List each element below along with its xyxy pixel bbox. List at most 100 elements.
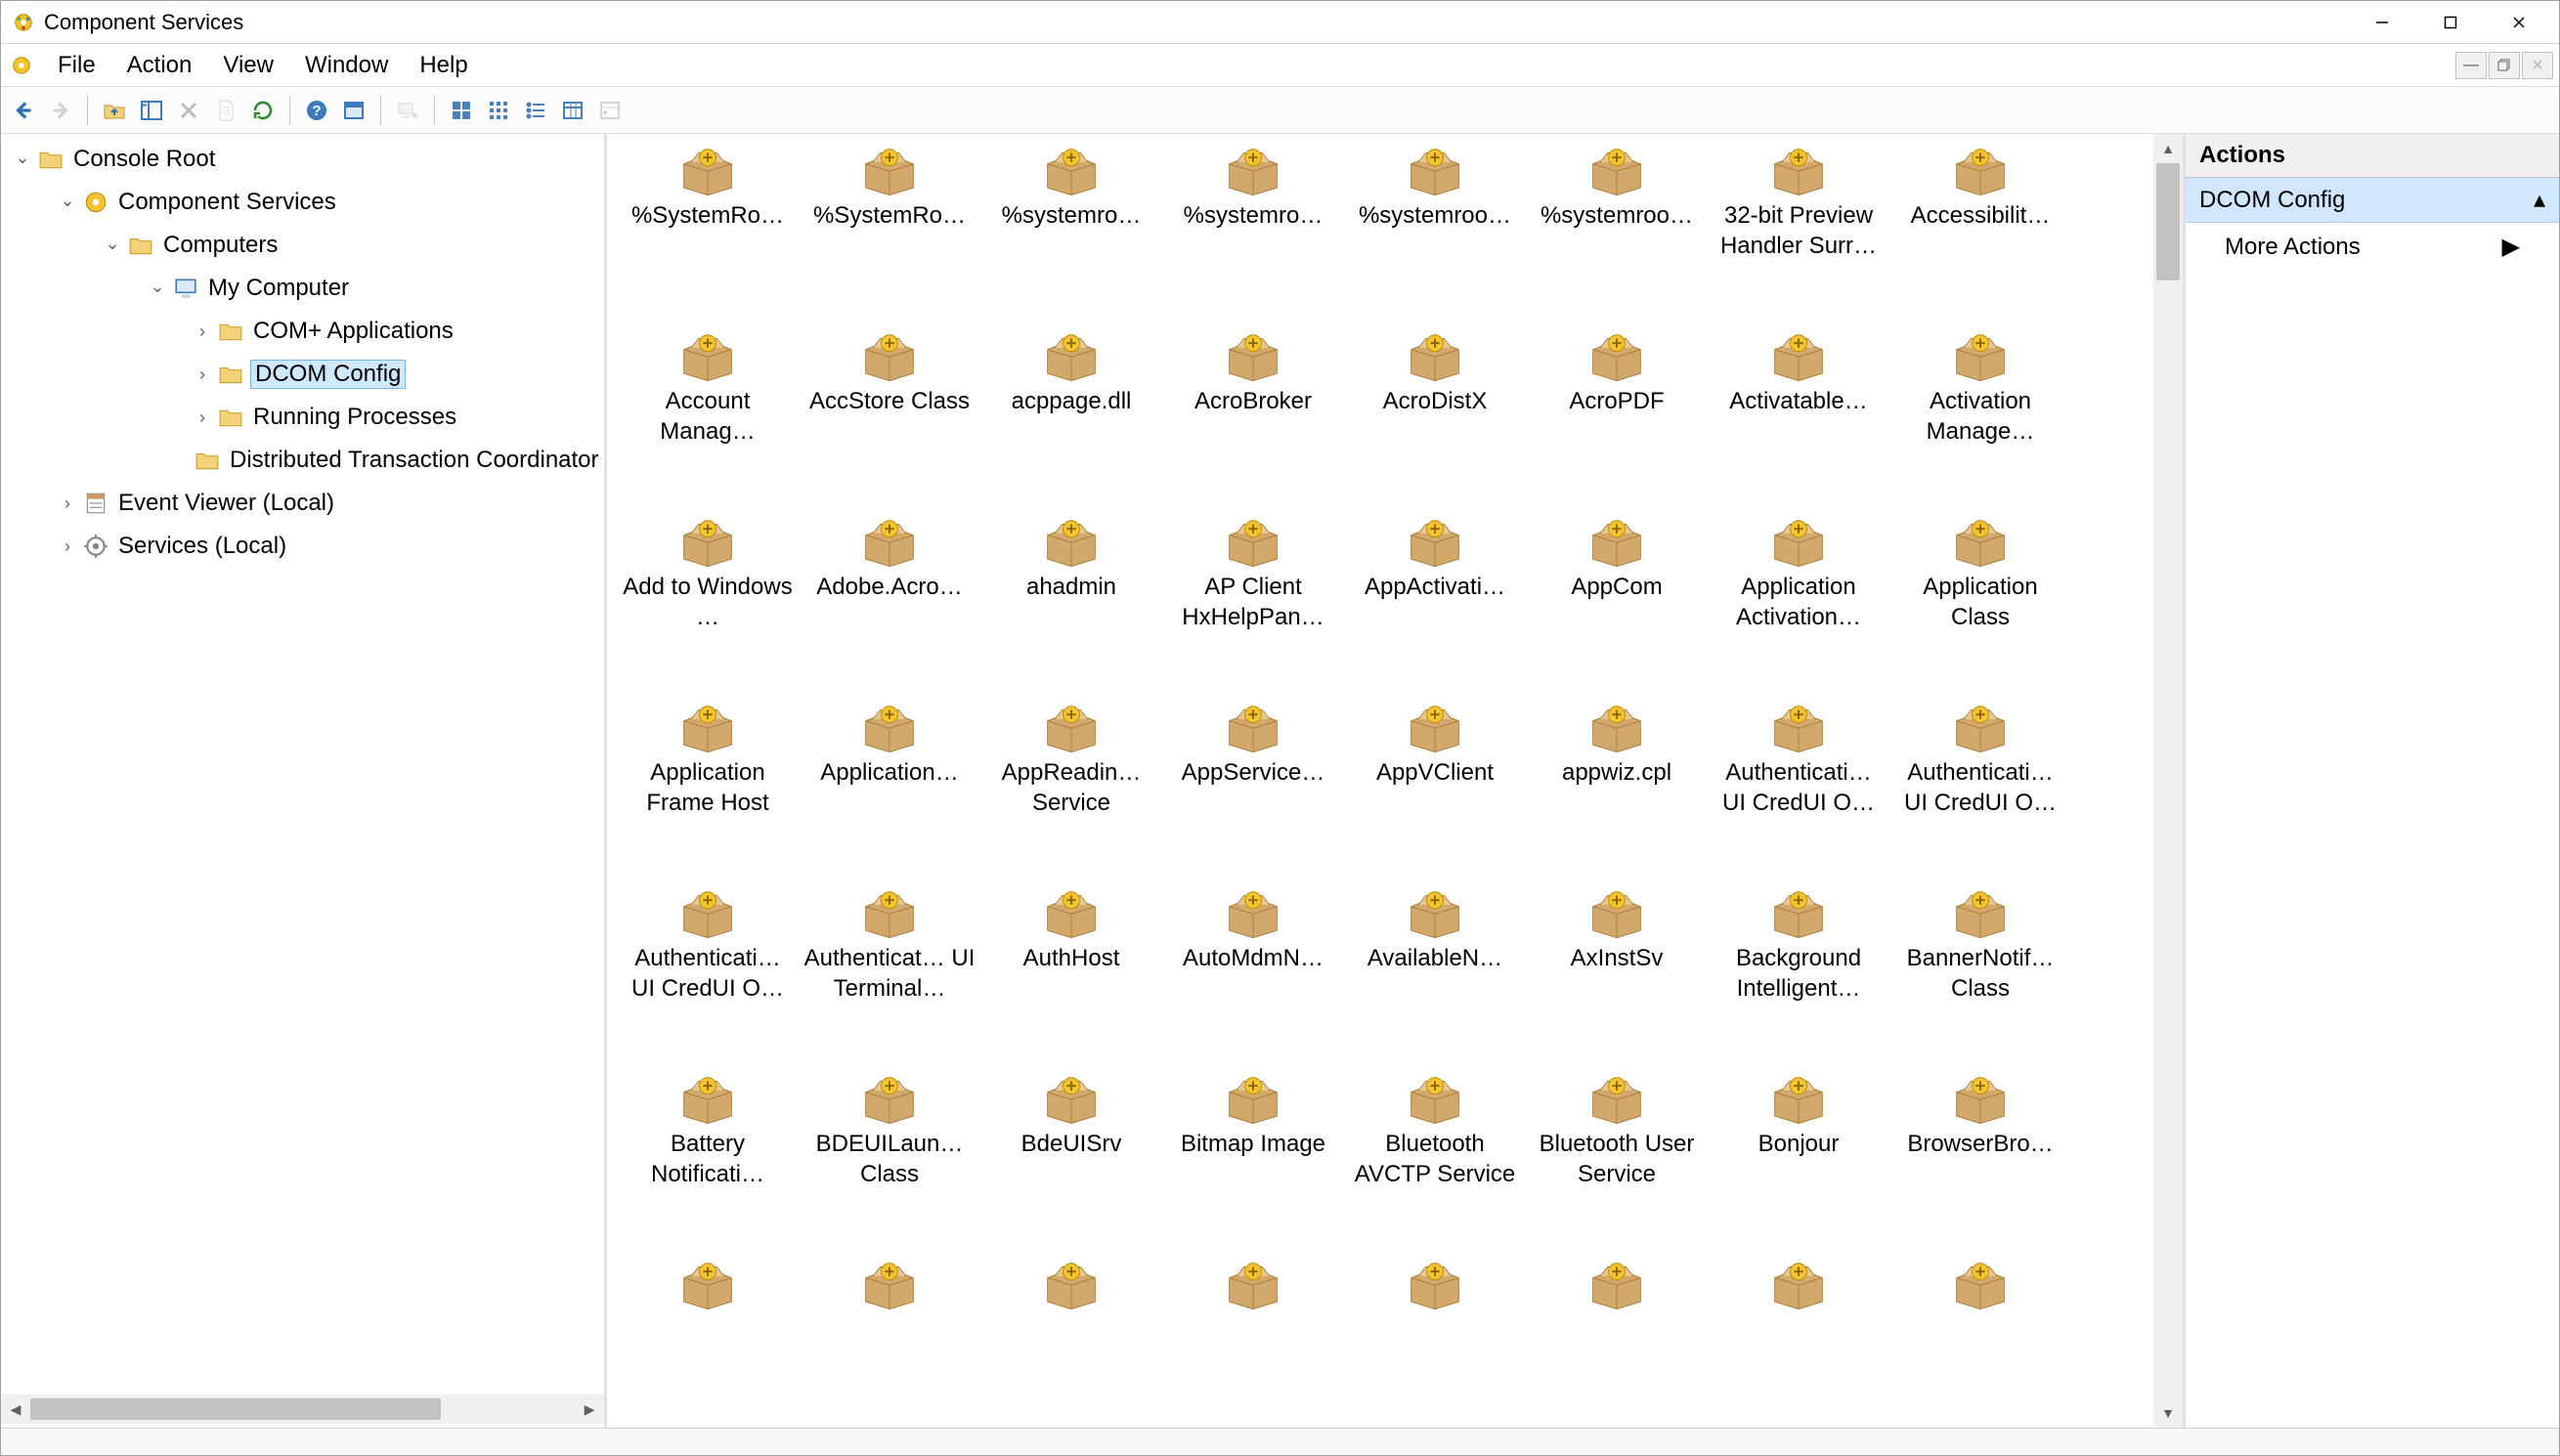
dcom-item[interactable] <box>1162 1254 1344 1428</box>
menu-action[interactable]: Action <box>111 48 208 83</box>
toolbar-show-hide-tree[interactable] <box>135 94 168 127</box>
menu-help[interactable]: Help <box>404 48 483 83</box>
mdi-minimize-button[interactable]: — <box>2455 52 2487 79</box>
dcom-item[interactable]: AvailableN… <box>1344 882 1526 1068</box>
expander-icon[interactable]: ⌄ <box>56 191 79 211</box>
mdi-restore-button[interactable] <box>2489 52 2520 79</box>
tree-dcom-config[interactable]: ›DCOM Config <box>1 353 604 396</box>
dcom-item[interactable]: BdeUISrv <box>980 1068 1162 1254</box>
dcom-item[interactable]: AppVClient <box>1344 697 1526 882</box>
scroll-thumb[interactable] <box>2156 163 2180 280</box>
dcom-item[interactable]: %systemro… <box>980 140 1162 325</box>
tree-component-services[interactable]: ⌄Component Services <box>1 181 604 224</box>
dcom-item[interactable]: AccStore Class <box>799 325 980 511</box>
dcom-item[interactable]: Application Class <box>1889 511 2071 697</box>
tree-console-root[interactable]: ⌄Console Root <box>1 138 604 181</box>
dcom-item[interactable]: 32-bit Preview Handler Surr… <box>1708 140 1889 325</box>
dcom-item[interactable]: appwiz.cpl <box>1526 697 1708 882</box>
toolbar-view-details[interactable] <box>556 94 589 127</box>
dcom-item[interactable]: BDEUILaun… Class <box>799 1068 980 1254</box>
expander-icon[interactable]: › <box>56 536 79 557</box>
dcom-item[interactable] <box>1889 1254 2071 1428</box>
tree-computers[interactable]: ⌄Computers <box>1 224 604 267</box>
expander-icon[interactable]: › <box>191 321 214 342</box>
toolbar-nav-back[interactable] <box>7 94 40 127</box>
dcom-item[interactable] <box>980 1254 1162 1428</box>
expander-icon[interactable]: ⌄ <box>11 148 34 168</box>
scroll-left-arrow[interactable]: ◀ <box>1 1401 30 1418</box>
dcom-item[interactable]: %SystemRo… <box>617 140 799 325</box>
dcom-item[interactable]: AP Client HxHelpPan… <box>1162 511 1344 697</box>
dcom-item[interactable]: AppService… <box>1162 697 1344 882</box>
maximize-button[interactable] <box>2416 3 2485 42</box>
menu-window[interactable]: Window <box>289 48 404 83</box>
tree-horizontal-scrollbar[interactable]: ◀ ▶ <box>1 1394 604 1424</box>
dcom-item[interactable]: %systemroo… <box>1344 140 1526 325</box>
expander-icon[interactable]: › <box>56 493 79 514</box>
dcom-item[interactable] <box>1526 1254 1708 1428</box>
scroll-thumb[interactable] <box>30 1398 441 1420</box>
tree-dtc[interactable]: Distributed Transaction Coordinator <box>1 439 604 482</box>
dcom-item[interactable]: Application… <box>799 697 980 882</box>
toolbar-view-list[interactable] <box>519 94 552 127</box>
dcom-item[interactable]: Bluetooth AVCTP Service <box>1344 1068 1526 1254</box>
dcom-item[interactable]: Authenticati… UI CredUI O… <box>617 882 799 1068</box>
dcom-item[interactable]: Adobe.Acro… <box>799 511 980 697</box>
expander-icon[interactable]: ⌄ <box>146 277 169 297</box>
dcom-item[interactable]: BrowserBro… <box>1889 1068 2071 1254</box>
dcom-item[interactable] <box>1708 1254 1889 1428</box>
dcom-item[interactable]: Bluetooth User Service <box>1526 1068 1708 1254</box>
tree-my-computer[interactable]: ⌄My Computer <box>1 267 604 310</box>
toolbar-view-large[interactable] <box>445 94 478 127</box>
dcom-item[interactable]: AppActivati… <box>1344 511 1526 697</box>
menu-view[interactable]: View <box>207 48 289 83</box>
dcom-item[interactable]: Battery Notificati… <box>617 1068 799 1254</box>
dcom-item[interactable]: AcroDistX <box>1344 325 1526 511</box>
dcom-item[interactable]: Application Activation… <box>1708 511 1889 697</box>
toolbar-help[interactable]: ? <box>300 94 333 127</box>
tree-services-local[interactable]: ›Services (Local) <box>1 525 604 568</box>
actions-section-title[interactable]: DCOM Config ▴ <box>2186 178 2559 223</box>
minimize-button[interactable] <box>2348 3 2416 42</box>
close-button[interactable] <box>2485 3 2553 42</box>
dcom-item[interactable] <box>799 1254 980 1428</box>
dcom-item[interactable]: Authenticati… UI CredUI O… <box>1889 697 2071 882</box>
dcom-item[interactable]: %systemroo… <box>1526 140 1708 325</box>
dcom-item[interactable]: AppReadin… Service <box>980 697 1162 882</box>
dcom-item[interactable]: BannerNotif… Class <box>1889 882 2071 1068</box>
expander-icon[interactable]: › <box>191 407 214 428</box>
mdi-close-button[interactable]: ✕ <box>2522 52 2553 79</box>
dcom-item[interactable]: %SystemRo… <box>799 140 980 325</box>
dcom-item[interactable]: Add to Windows … <box>617 511 799 697</box>
dcom-item[interactable] <box>1344 1254 1526 1428</box>
dcom-item[interactable]: Background Intelligent… <box>1708 882 1889 1068</box>
dcom-item[interactable]: AppCom <box>1526 511 1708 697</box>
toolbar-show-window[interactable] <box>337 94 370 127</box>
dcom-item[interactable]: %systemro… <box>1162 140 1344 325</box>
dcom-item[interactable]: AuthHost <box>980 882 1162 1068</box>
dcom-item[interactable]: acppage.dll <box>980 325 1162 511</box>
expander-icon[interactable]: › <box>191 364 214 385</box>
tree-com-applications[interactable]: ›COM+ Applications <box>1 310 604 353</box>
dcom-item[interactable]: Activatable… <box>1708 325 1889 511</box>
dcom-item[interactable]: AcroPDF <box>1526 325 1708 511</box>
scroll-right-arrow[interactable]: ▶ <box>575 1401 604 1418</box>
toolbar-up-one-level[interactable] <box>98 94 131 127</box>
scroll-down-arrow[interactable]: ▼ <box>2153 1398 2183 1428</box>
tree-running-processes[interactable]: ›Running Processes <box>1 396 604 439</box>
dcom-item[interactable] <box>617 1254 799 1428</box>
dcom-item[interactable]: AxInstSv <box>1526 882 1708 1068</box>
vertical-scrollbar[interactable]: ▲ ▼ <box>2153 134 2183 1428</box>
menu-file[interactable]: File <box>42 48 111 83</box>
toolbar-view-small[interactable] <box>482 94 515 127</box>
tree-event-viewer[interactable]: ›Event Viewer (Local) <box>1 482 604 525</box>
expander-icon[interactable]: ⌄ <box>101 234 124 254</box>
dcom-item[interactable]: Authenticati… UI CredUI O… <box>1708 697 1889 882</box>
dcom-item[interactable]: Bonjour <box>1708 1068 1889 1254</box>
dcom-item[interactable]: AutoMdmN… <box>1162 882 1344 1068</box>
dcom-item[interactable]: Account Manag… <box>617 325 799 511</box>
dcom-item[interactable]: Application Frame Host <box>617 697 799 882</box>
dcom-item[interactable]: AcroBroker <box>1162 325 1344 511</box>
dcom-item[interactable]: Bitmap Image <box>1162 1068 1344 1254</box>
dcom-item[interactable]: Activation Manage… <box>1889 325 2071 511</box>
